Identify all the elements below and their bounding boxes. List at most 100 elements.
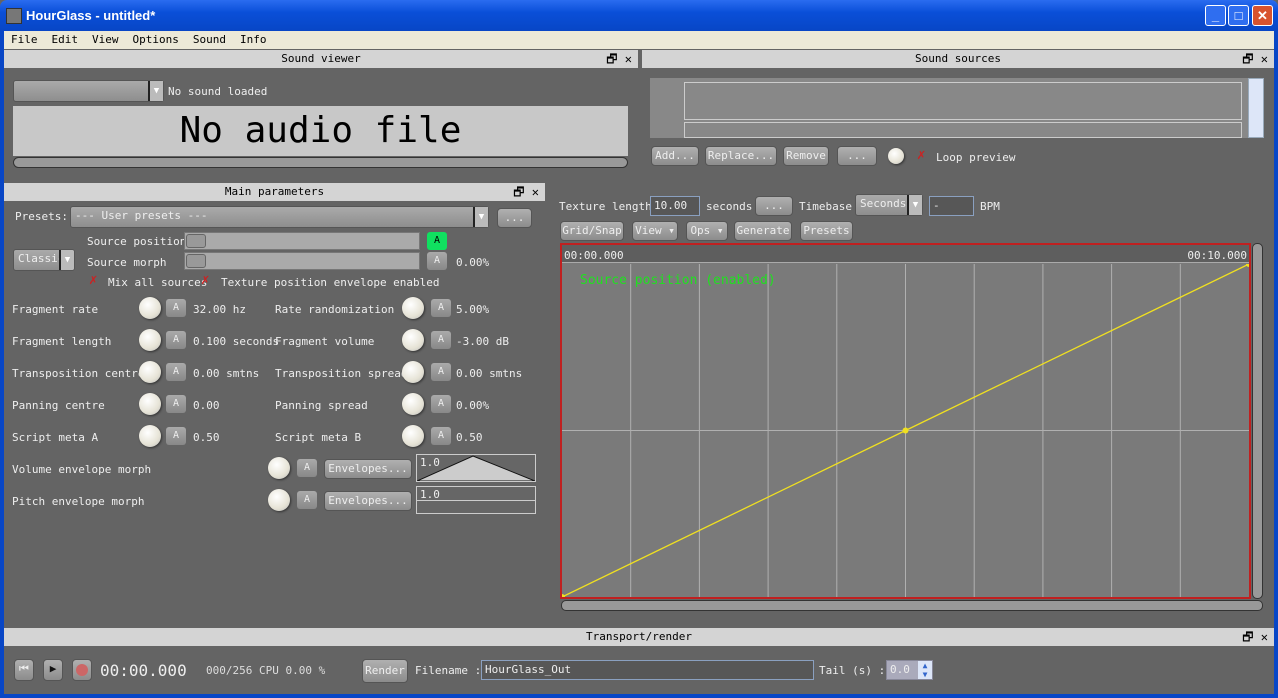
close-button[interactable]: ✕ [1252, 5, 1273, 26]
param-auto-button[interactable]: A [166, 427, 186, 445]
source-morph-auto-button[interactable]: A [427, 252, 447, 270]
render-button[interactable]: Render [362, 659, 408, 683]
param-auto-button[interactable]: A [166, 331, 186, 349]
mode-select[interactable]: Classic ▼ [13, 249, 75, 271]
ops-label: Ops [690, 224, 711, 237]
menu-file[interactable]: File [4, 31, 45, 46]
menu-options[interactable]: Options [126, 31, 186, 46]
env-auto-button[interactable]: A [297, 459, 317, 477]
envelope-plot[interactable] [562, 264, 1249, 597]
mix-all-checkbox[interactable]: ✗ [89, 272, 97, 288]
grid-snap-button[interactable]: Grid/Snap [560, 221, 624, 241]
param-auto-button[interactable]: A [166, 363, 186, 381]
record-button[interactable] [72, 659, 92, 681]
param-auto-button[interactable]: A [431, 395, 451, 413]
view-menu-button[interactable]: View ▾ [632, 221, 678, 241]
editor-vscrollbar[interactable] [1252, 243, 1263, 599]
rewind-button[interactable]: ⏮ [14, 659, 34, 681]
param-value: 32.00 hz [193, 303, 246, 316]
param-auto-button[interactable]: A [431, 427, 451, 445]
param-value: 0.00 smtns [456, 367, 523, 380]
sound-sources-list[interactable] [650, 78, 1248, 138]
param-knob[interactable] [402, 297, 424, 319]
dock-float-close-icon[interactable]: 🗗 ✕ [606, 50, 632, 68]
param-knob[interactable] [139, 297, 161, 319]
presets-button[interactable]: Presets [800, 221, 853, 241]
presets-select[interactable]: --- User presets --- ▼ [70, 206, 489, 228]
envelope-preview[interactable]: 1.0 [416, 486, 536, 514]
bpm-input[interactable]: - [929, 196, 974, 216]
more-button[interactable]: ... [837, 146, 877, 166]
loop-preview-checkbox[interactable]: ✗ [917, 147, 925, 163]
spin-arrows-icon[interactable]: ▲ ▼ [918, 661, 932, 679]
texture-env-checkbox[interactable]: ✗ [201, 272, 209, 288]
env-morph-knob[interactable] [268, 457, 290, 479]
param-knob[interactable] [139, 425, 161, 447]
menu-sound[interactable]: Sound [186, 31, 233, 46]
presets-more-button[interactable]: ... [497, 208, 532, 228]
envelopes-button[interactable]: Envelopes... [324, 491, 412, 511]
param-knob[interactable] [139, 361, 161, 383]
param-auto-button[interactable]: A [166, 395, 186, 413]
param-knob[interactable] [402, 329, 424, 351]
param-auto-button[interactable]: A [431, 363, 451, 381]
dock-float-close-icon[interactable]: 🗗 ✕ [513, 183, 539, 201]
dock-float-close-icon[interactable]: 🗗 ✕ [1242, 628, 1268, 646]
envelope-point[interactable] [902, 427, 909, 434]
envelopes-button[interactable]: Envelopes... [324, 459, 412, 479]
menu-view[interactable]: View [85, 31, 126, 46]
filename-input[interactable]: HourGlass_Out [481, 660, 814, 680]
param-auto-button[interactable]: A [166, 299, 186, 317]
sources-scrollbar[interactable] [1248, 78, 1264, 138]
envelope-point[interactable] [562, 594, 565, 597]
timebase-select[interactable]: Seconds ▼ [855, 194, 923, 216]
tail-spinbox[interactable]: 0.0 ▲ ▼ [886, 660, 933, 680]
chevron-down-icon: ▼ [907, 195, 922, 215]
source-position-auto-button[interactable]: A [427, 232, 447, 250]
envelope-editor[interactable]: 00:00.000 00:10.000 Source position (ena… [560, 243, 1251, 599]
param-value: 0.50 [193, 431, 220, 444]
env-row-label: Pitch envelope morph [12, 495, 145, 508]
waveform-view[interactable]: No audio file [13, 106, 628, 156]
envelope-preview-value: 1.0 [420, 488, 440, 501]
param-knob[interactable] [139, 393, 161, 415]
waveform-scrollbar[interactable] [13, 157, 628, 168]
env-morph-knob[interactable] [268, 489, 290, 511]
add-button[interactable]: Add... [651, 146, 699, 166]
generate-button[interactable]: Generate [734, 221, 792, 241]
texture-length-input[interactable]: 10.00 [650, 196, 700, 216]
transport-header: Transport/render 🗗 ✕ [4, 628, 1274, 646]
unit-dropdown-button[interactable]: ... [755, 196, 793, 216]
dock-float-close-icon[interactable]: 🗗 ✕ [1242, 50, 1268, 68]
param-auto-button[interactable]: A [431, 331, 451, 349]
menu-info[interactable]: Info [233, 31, 274, 46]
remove-button[interactable]: Remove [783, 146, 829, 166]
sound-sources-header: Sound sources 🗗 ✕ [642, 50, 1274, 68]
preview-volume-knob[interactable] [888, 148, 904, 164]
main-parameters-header: Main parameters 🗗 ✕ [4, 183, 545, 201]
minimize-button[interactable]: _ [1205, 5, 1226, 26]
source-slot[interactable] [684, 82, 1242, 120]
source-position-slider[interactable] [184, 232, 420, 250]
param-auto-button[interactable]: A [431, 299, 451, 317]
maximize-button[interactable]: □ [1228, 5, 1249, 26]
slider-thumb[interactable] [186, 234, 206, 248]
env-auto-button[interactable]: A [297, 491, 317, 509]
envelope-point[interactable] [1246, 264, 1249, 267]
sound-sources-title: Sound sources [914, 52, 1002, 65]
param-knob[interactable] [402, 393, 424, 415]
sound-select[interactable]: ▼ [13, 80, 164, 102]
menu-edit[interactable]: Edit [45, 31, 86, 46]
source-slot[interactable] [684, 122, 1242, 138]
play-button[interactable]: ▶ [43, 659, 63, 681]
ops-menu-button[interactable]: Ops ▾ [686, 221, 728, 241]
replace-button[interactable]: Replace... [705, 146, 777, 166]
param-knob[interactable] [402, 425, 424, 447]
slider-thumb[interactable] [186, 254, 206, 268]
texture-unit-label: seconds [706, 200, 753, 213]
param-knob[interactable] [402, 361, 424, 383]
envelope-preview[interactable]: 1.0 [416, 454, 536, 482]
param-knob[interactable] [139, 329, 161, 351]
editor-hscrollbar[interactable] [561, 600, 1263, 611]
source-morph-slider[interactable] [184, 252, 420, 270]
